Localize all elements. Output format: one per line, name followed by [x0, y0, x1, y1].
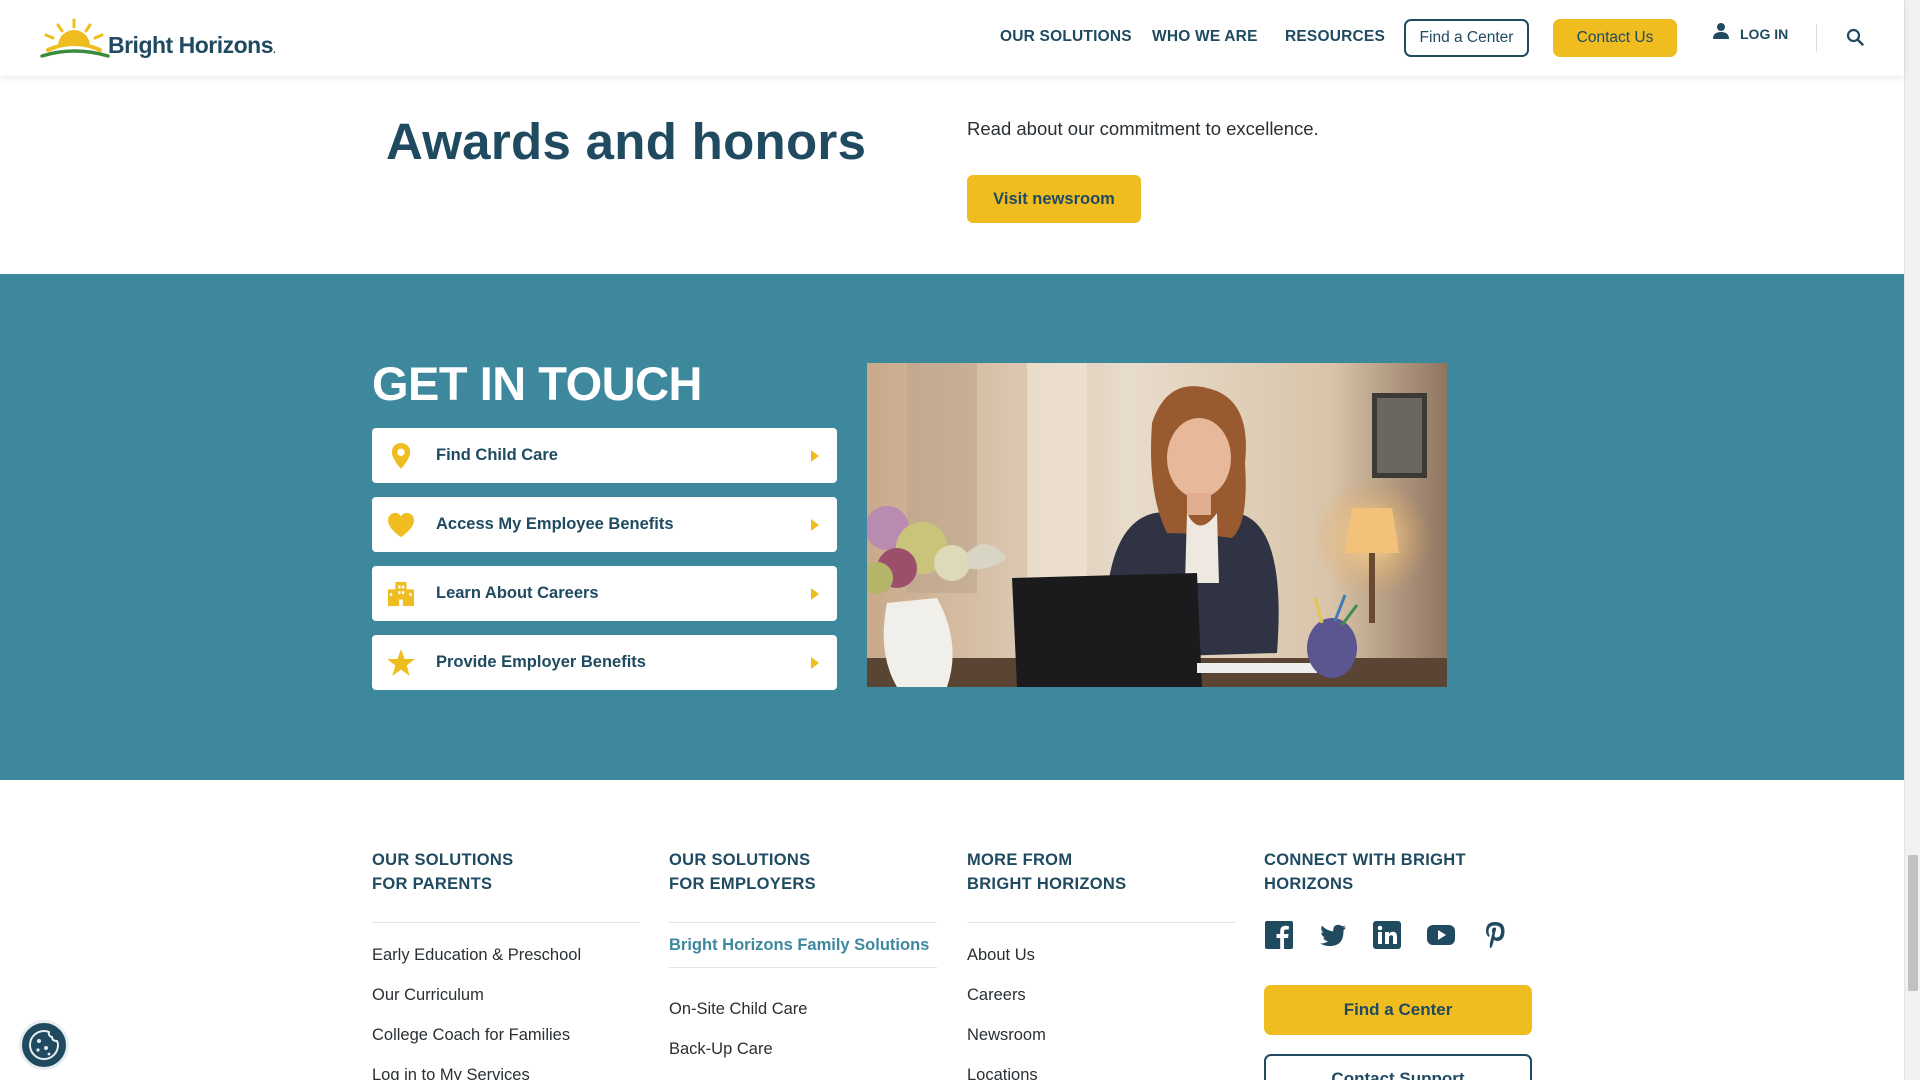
access-employee-benefits-link[interactable]: Access My Employee Benefits: [372, 497, 837, 552]
find-child-care-link[interactable]: Find Child Care: [372, 428, 837, 483]
sun-logo-icon: [40, 18, 110, 58]
search-icon[interactable]: [1846, 28, 1864, 46]
page-scrollbar[interactable]: [1904, 0, 1920, 1080]
cookie-settings-button[interactable]: [19, 1020, 69, 1070]
touch-item-label: Access My Employee Benefits: [436, 515, 674, 533]
find-center-button[interactable]: Find a Center: [1404, 19, 1529, 57]
learn-about-careers-link[interactable]: Learn About Careers: [372, 566, 837, 621]
footer-link-careers[interactable]: Careers: [967, 986, 1026, 1005]
caret-right-icon: [811, 449, 819, 462]
caret-right-icon: [811, 656, 819, 669]
footer-find-center-button[interactable]: Find a Center: [1264, 985, 1532, 1035]
provide-employer-benefits-link[interactable]: Provide Employer Benefits: [372, 635, 837, 690]
cookie-icon: [29, 1029, 60, 1060]
footer-heading: CONNECT WITH BRIGHT HORIZONS: [1264, 851, 1466, 893]
awards-title: Awards and honors: [386, 113, 867, 170]
contact-us-button[interactable]: Contact Us: [1553, 19, 1677, 57]
social-links: [1264, 920, 1534, 960]
footer-link-locations[interactable]: Locations: [967, 1066, 1038, 1080]
touch-item-label: Provide Employer Benefits: [436, 653, 646, 671]
contact-support-button[interactable]: Contact Support: [1264, 1054, 1532, 1080]
footer-heading: MORE FROM BRIGHT HORIZONS: [967, 851, 1127, 893]
footer-divider: [372, 922, 640, 923]
heart-icon: [386, 510, 416, 540]
linkedin-icon[interactable]: [1372, 920, 1402, 950]
footer-link-backup-care[interactable]: Back-Up Care: [669, 1040, 773, 1059]
map-pin-icon: [386, 441, 416, 471]
nav-our-solutions[interactable]: OUR SOLUTIONS: [1000, 28, 1132, 46]
footer-divider: [669, 922, 937, 923]
building-icon: [386, 579, 416, 609]
scrollbar-thumb[interactable]: [1908, 855, 1918, 991]
footer-link-college-coach[interactable]: College Coach for Families: [372, 1026, 570, 1045]
login-label: LOG IN: [1740, 26, 1789, 42]
pinterest-icon[interactable]: [1480, 920, 1510, 950]
site-header: Bright Horizons. OUR SOLUTIONS WHO WE AR…: [0, 0, 1904, 76]
touch-item-label: Find Child Care: [436, 446, 558, 464]
touch-item-label: Learn About Careers: [436, 584, 599, 602]
footer-heading: OUR SOLUTIONS FOR PARENTS: [372, 851, 514, 893]
footer-col-employers: OUR SOLUTIONS FOR EMPLOYERS Bright Horizo…: [669, 848, 939, 1058]
woman-at-laptop-photo: [867, 363, 1447, 687]
get-in-touch-section: GET IN TOUCH Find Child Care Access My E…: [0, 274, 1904, 780]
get-in-touch-title: GET IN TOUCH: [372, 357, 703, 410]
visit-newsroom-button[interactable]: Visit newsroom: [967, 175, 1141, 223]
star-icon: [386, 648, 416, 678]
footer-col-parents: OUR SOLUTIONS FOR PARENTS Early Education…: [372, 848, 642, 1080]
twitter-icon[interactable]: [1318, 920, 1348, 950]
footer-link-onsite-care[interactable]: On-Site Child Care: [669, 1000, 807, 1019]
nav-who-we-are[interactable]: WHO WE ARE: [1152, 28, 1258, 46]
footer-link-about-us[interactable]: About Us: [967, 946, 1035, 965]
facebook-icon[interactable]: [1264, 920, 1294, 950]
footer-col-connect: CONNECT WITH BRIGHT HORIZONS Find a Cente…: [1264, 848, 1534, 1080]
caret-right-icon: [811, 518, 819, 531]
brand-name: Bright Horizons.: [108, 31, 276, 58]
awards-description: Read about our commitment to excellence.: [967, 118, 1319, 139]
brand-logo[interactable]: Bright Horizons.: [38, 14, 288, 64]
footer-link-curriculum[interactable]: Our Curriculum: [372, 986, 484, 1005]
footer-divider: [967, 922, 1235, 923]
user-icon: [1713, 23, 1729, 39]
footer-link-login-services[interactable]: Log in to My Services: [372, 1066, 530, 1080]
nav-resources[interactable]: RESOURCES: [1285, 28, 1385, 46]
nav-divider: [1816, 24, 1817, 52]
login-link[interactable]: LOG IN: [1712, 23, 1789, 42]
footer-divider: [669, 967, 937, 968]
footer-link-newsroom[interactable]: Newsroom: [967, 1026, 1046, 1045]
youtube-icon[interactable]: [1426, 920, 1456, 950]
footer-col-more: MORE FROM BRIGHT HORIZONS About Us Career…: [967, 848, 1237, 1080]
footer-link-early-education[interactable]: Early Education & Preschool: [372, 946, 581, 965]
caret-right-icon: [811, 587, 819, 600]
footer-heading: OUR SOLUTIONS FOR EMPLOYERS: [669, 851, 816, 893]
footer-link-family-solutions[interactable]: Bright Horizons Family Solutions: [669, 936, 929, 955]
